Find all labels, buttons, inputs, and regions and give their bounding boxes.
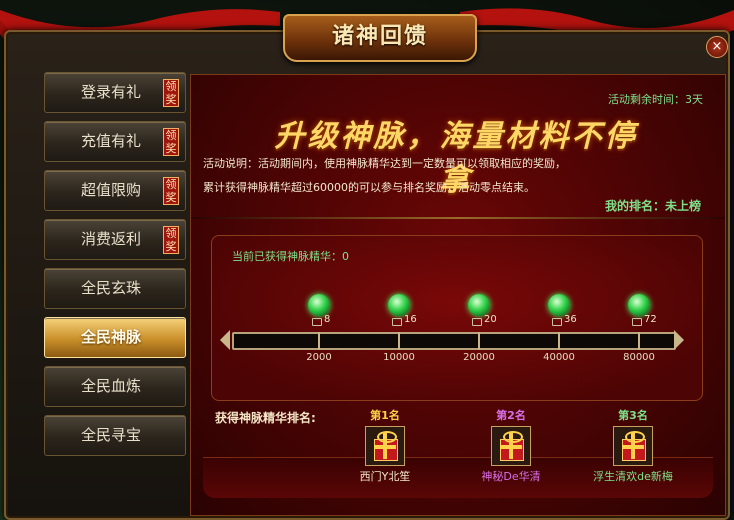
sidebar-item-label: 消费返利: [81, 230, 142, 248]
reward-count: 72: [644, 314, 657, 325]
event-description-line1: 活动说明：活动期间内，使用神脉精华达到一定数量可以领取相应的奖励，: [203, 157, 566, 170]
sidebar-item-recharge-gift[interactable]: 充值有礼 领奖: [44, 121, 186, 162]
sidebar-item-shenmai[interactable]: 全民神脉: [44, 317, 186, 358]
lock-icon: [312, 318, 322, 326]
bar-right-cap: [674, 330, 684, 350]
progress-bar: [232, 332, 676, 350]
sidebar-item-label: 全民神脉: [81, 328, 142, 346]
lock-icon: [632, 318, 642, 326]
sidebar-item-label: 全民血炼: [81, 377, 142, 395]
reward-count: 20: [484, 314, 497, 325]
sidebar-item-label: 全民寻宝: [81, 426, 142, 444]
rank-place: 第2名: [496, 409, 526, 422]
gift-box-icon[interactable]: [491, 426, 531, 466]
event-panel: 活动剩余时间：3天 升级神脉，海量材料不停拿 活动说明：活动期间内，使用神脉精华…: [190, 74, 726, 516]
essence-progress-box: 当前已获得神脉精华：0 8 16 20 36 72 2000 10000 200…: [211, 235, 703, 401]
lock-icon: [552, 318, 562, 326]
tick: [638, 332, 640, 350]
rank-player-name: 西门Y北笙: [359, 470, 411, 483]
remaining-time: 活动剩余时间：3天: [608, 93, 703, 106]
threshold-label: 40000: [543, 352, 575, 363]
threshold-label: 2000: [306, 352, 332, 363]
rank-place: 第3名: [618, 409, 648, 422]
gem-icon[interactable]: [308, 294, 330, 316]
tick: [478, 332, 480, 350]
rank-slot-3: 第3名 浮生清欢de新梅: [563, 407, 703, 484]
gem-icon[interactable]: [548, 294, 570, 316]
ranking-title: 获得神脉精华排名:: [215, 411, 316, 425]
lock-icon: [392, 318, 402, 326]
rank-slot-2: 第2名 神秘De华清: [441, 407, 581, 484]
divider: [191, 217, 725, 219]
sidebar-item-label: 全民玄珠: [81, 279, 142, 297]
current-essence: 当前已获得神脉精华：0: [232, 250, 349, 263]
sidebar-item-login-gift[interactable]: 登录有礼 领奖: [44, 72, 186, 113]
rank-player-name: 浮生清欢de新梅: [593, 470, 673, 483]
tick: [398, 332, 400, 350]
threshold-label: 80000: [623, 352, 655, 363]
sidebar-item-xuanzhu[interactable]: 全民玄珠: [44, 268, 186, 309]
tick: [558, 332, 560, 350]
gift-box-icon[interactable]: [365, 426, 405, 466]
gem-icon[interactable]: [468, 294, 490, 316]
rank-place: 第1名: [370, 409, 400, 422]
window-title: 诸神回馈: [283, 14, 477, 62]
reward-badge: 领奖: [163, 177, 179, 205]
rank-slot-1: 第1名 西门Y北笙: [315, 407, 455, 484]
reward-badge: 领奖: [163, 226, 179, 254]
close-button[interactable]: ×: [706, 36, 728, 58]
sidebar-item-limited-purchase[interactable]: 超值限购 领奖: [44, 170, 186, 211]
gem-icon[interactable]: [628, 294, 650, 316]
sidebar-item-xuelian[interactable]: 全民血炼: [44, 366, 186, 407]
bar-left-cap: [220, 330, 230, 350]
threshold-label: 20000: [463, 352, 495, 363]
lock-icon: [472, 318, 482, 326]
tick: [318, 332, 320, 350]
reward-badge: 领奖: [163, 79, 179, 107]
reward-badge: 领奖: [163, 128, 179, 156]
gem-icon[interactable]: [388, 294, 410, 316]
sidebar-item-label: 充值有礼: [81, 132, 142, 150]
reward-count: 8: [324, 314, 331, 325]
reward-count: 16: [404, 314, 417, 325]
threshold-label: 10000: [383, 352, 415, 363]
my-rank: 我的排名：未上榜: [604, 199, 701, 213]
sidebar-item-label: 超值限购: [81, 181, 142, 199]
reward-count: 36: [564, 314, 577, 325]
sidebar: 登录有礼 领奖 充值有礼 领奖 超值限购 领奖 消费返利 领奖 全民玄珠 全民神…: [44, 72, 186, 464]
sidebar-item-label: 登录有礼: [81, 83, 142, 101]
rank-player-name: 神秘De华清: [481, 470, 541, 483]
gift-box-icon[interactable]: [613, 426, 653, 466]
sidebar-item-spend-rebate[interactable]: 消费返利 领奖: [44, 219, 186, 260]
event-description-line2: 累计获得神脉精华超过60000的可以参与排名奖励，活动零点结束。: [203, 181, 535, 194]
sidebar-item-xunbao[interactable]: 全民寻宝: [44, 415, 186, 456]
